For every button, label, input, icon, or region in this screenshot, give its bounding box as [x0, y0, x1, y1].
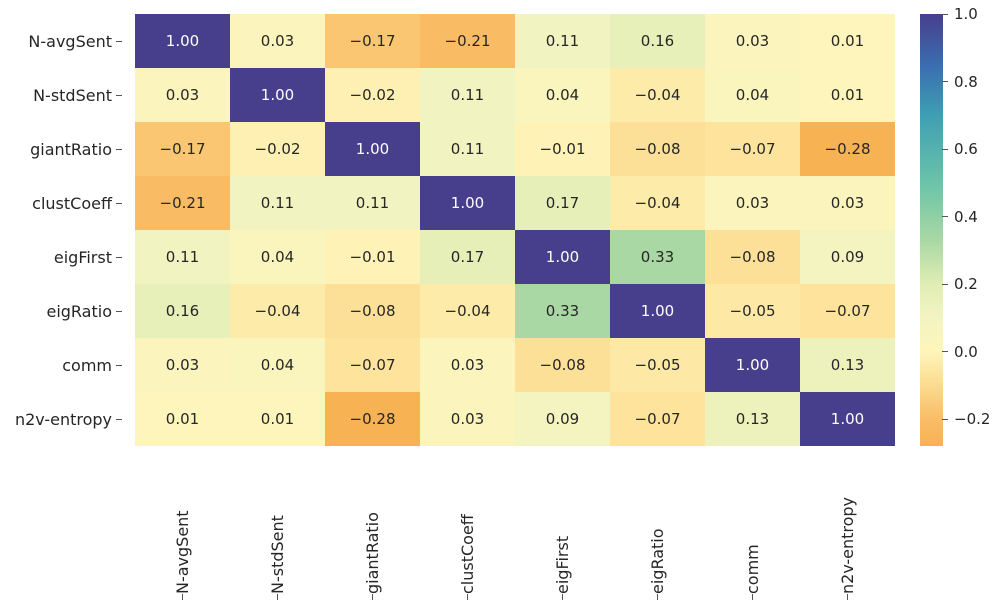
- heatmap-cell: −0.05: [705, 284, 800, 338]
- heatmap-cell: 0.33: [515, 284, 610, 338]
- heatmap-cell: 0.03: [420, 392, 515, 446]
- x-tick-label: n2v-entropy: [838, 446, 857, 606]
- heatmap-cell: 0.11: [230, 176, 325, 230]
- heatmap-cell: 0.33: [610, 230, 705, 284]
- heatmap-cell: −0.01: [325, 230, 420, 284]
- heatmap-cell: 0.16: [135, 284, 230, 338]
- x-tick-label: eigRatio: [648, 446, 667, 606]
- heatmap-cell: 0.04: [230, 230, 325, 284]
- heatmap-cell: −0.04: [420, 284, 515, 338]
- heatmap-cell: −0.01: [515, 122, 610, 176]
- heatmap-cell: −0.08: [610, 122, 705, 176]
- x-tick-label: giantRatio: [363, 446, 382, 606]
- heatmap-cell: 0.01: [800, 68, 895, 122]
- heatmap-cell: 0.16: [610, 14, 705, 68]
- x-tick-label: N-stdSent: [268, 446, 287, 606]
- heatmap-cell: 0.04: [230, 338, 325, 392]
- heatmap-cell: −0.04: [230, 284, 325, 338]
- heatmap-cell: 0.03: [800, 176, 895, 230]
- heatmap-cell: −0.17: [135, 122, 230, 176]
- x-axis-labels: N-avgSent N-stdSent giantRatio clustCoeff ei…: [135, 446, 895, 606]
- colorbar-tick: 0.6: [942, 140, 978, 158]
- heatmap-cell: −0.08: [515, 338, 610, 392]
- y-tick-label: N-avgSent: [0, 14, 128, 68]
- heatmap-cell: 1.00: [515, 230, 610, 284]
- heatmap-cell: 0.13: [705, 392, 800, 446]
- heatmap-cell: 0.09: [800, 230, 895, 284]
- heatmap-cell: 1.00: [135, 14, 230, 68]
- heatmap-cell: 0.03: [135, 68, 230, 122]
- heatmap-cell: 0.03: [420, 338, 515, 392]
- heatmap-cell: 0.11: [325, 176, 420, 230]
- heatmap-cell: 0.03: [230, 14, 325, 68]
- heatmap-cell: 0.11: [515, 14, 610, 68]
- x-tick-label: clustCoeff: [458, 446, 477, 606]
- heatmap-cell: −0.02: [325, 68, 420, 122]
- colorbar-tick: 0.4: [942, 208, 978, 226]
- y-tick-label: eigFirst: [0, 230, 128, 284]
- heatmap-cell: 0.01: [230, 392, 325, 446]
- heatmap-cell: 0.17: [420, 230, 515, 284]
- heatmap-cell: −0.07: [800, 284, 895, 338]
- correlation-heatmap-figure: N-avgSent N-stdSent giantRatio clustCoef…: [0, 0, 1006, 608]
- y-tick-label: comm: [0, 338, 128, 392]
- heatmap-cell: −0.07: [325, 338, 420, 392]
- heatmap-cell: 0.01: [800, 14, 895, 68]
- x-tick-label: comm: [743, 446, 762, 606]
- colorbar-tick: 0.0: [942, 343, 978, 361]
- heatmap-cell: −0.28: [325, 392, 420, 446]
- heatmap-cell: −0.17: [325, 14, 420, 68]
- heatmap-cell: 0.09: [515, 392, 610, 446]
- y-tick-label: N-stdSent: [0, 68, 128, 122]
- heatmap-cell: 0.04: [705, 68, 800, 122]
- heatmap-cell: 1.00: [420, 176, 515, 230]
- heatmap-cell: −0.08: [325, 284, 420, 338]
- x-tick-label: N-avgSent: [173, 446, 192, 606]
- heatmap-cell: 0.03: [705, 176, 800, 230]
- heatmap-cell: −0.28: [800, 122, 895, 176]
- x-tick-label: eigFirst: [553, 446, 572, 606]
- heatmap-cell: 0.03: [705, 14, 800, 68]
- y-axis-labels: N-avgSent N-stdSent giantRatio clustCoef…: [0, 14, 128, 446]
- colorbar-gradient: [920, 14, 943, 446]
- heatmap-cell: −0.07: [705, 122, 800, 176]
- heatmap-grid: 1.000.03−0.17−0.210.110.160.030.010.031.…: [135, 14, 895, 446]
- heatmap-cell: 1.00: [230, 68, 325, 122]
- heatmap-cell: 0.11: [420, 68, 515, 122]
- heatmap-cell: 1.00: [610, 284, 705, 338]
- colorbar-tick: 0.2: [942, 275, 978, 293]
- heatmap-cell: −0.04: [610, 176, 705, 230]
- heatmap-cell: 0.11: [420, 122, 515, 176]
- y-tick-label: giantRatio: [0, 122, 128, 176]
- heatmap-cell: −0.21: [420, 14, 515, 68]
- heatmap-cell: 0.13: [800, 338, 895, 392]
- y-tick-label: clustCoeff: [0, 176, 128, 230]
- y-tick-label: n2v-entropy: [0, 392, 128, 446]
- colorbar-tick: 0.8: [942, 73, 978, 91]
- heatmap-cell: 0.17: [515, 176, 610, 230]
- heatmap-cell: 0.01: [135, 392, 230, 446]
- heatmap-cell: 0.04: [515, 68, 610, 122]
- heatmap-cell: 0.03: [135, 338, 230, 392]
- heatmap-cell: 1.00: [800, 392, 895, 446]
- heatmap-cell: −0.21: [135, 176, 230, 230]
- heatmap-cell: −0.02: [230, 122, 325, 176]
- heatmap-cell: −0.04: [610, 68, 705, 122]
- heatmap-cell: 1.00: [705, 338, 800, 392]
- colorbar-tick: −0.2: [942, 410, 990, 428]
- y-tick-label: eigRatio: [0, 284, 128, 338]
- colorbar: −0.20.00.20.40.60.81.0: [920, 14, 1000, 446]
- heatmap-cell: −0.08: [705, 230, 800, 284]
- heatmap-cell: 0.11: [135, 230, 230, 284]
- heatmap-cell: −0.05: [610, 338, 705, 392]
- heatmap-cell: −0.07: [610, 392, 705, 446]
- colorbar-tick: 1.0: [942, 5, 978, 23]
- heatmap-cell: 1.00: [325, 122, 420, 176]
